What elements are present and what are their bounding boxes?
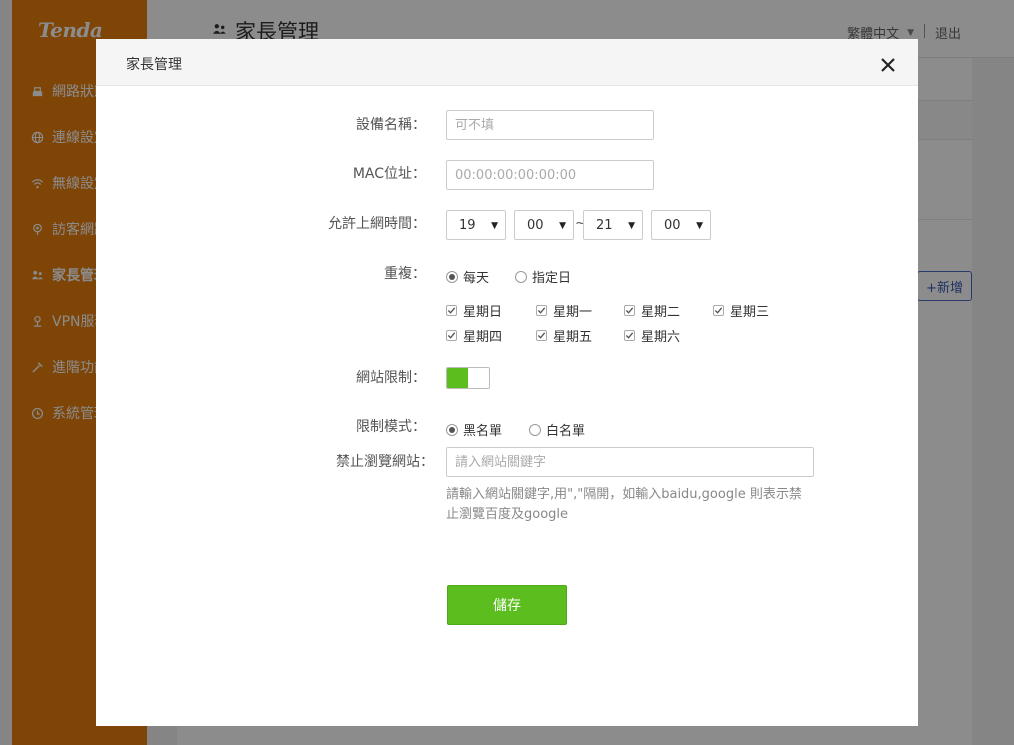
dialog-header: 家長管理 [96, 39, 918, 86]
checkbox-label: 星期三 [730, 305, 770, 320]
start-minute-select[interactable]: 00 ▼ [514, 210, 574, 240]
repeat-everyday-radio[interactable]: 每天 [446, 267, 489, 286]
blocked-sites-input[interactable] [446, 447, 814, 477]
select-value: 00 [664, 217, 681, 233]
check-icon [625, 332, 634, 339]
check-icon [447, 332, 456, 339]
radio-label: 每天 [463, 271, 490, 286]
radio-button[interactable] [446, 270, 458, 283]
radio-label: 白名單 [546, 424, 586, 439]
check-icon [625, 307, 634, 314]
checkbox[interactable] [624, 305, 635, 316]
blacklist-radio[interactable]: 黑名單 [446, 420, 502, 439]
save-button[interactable]: 儲存 [447, 585, 567, 625]
select-value: 00 [527, 217, 544, 233]
radio-button[interactable] [446, 423, 458, 436]
radio-button[interactable] [529, 423, 541, 436]
radio-label: 黑名單 [463, 424, 503, 439]
device-name-label: 設備名稱： [356, 117, 426, 133]
checkbox[interactable] [446, 305, 457, 316]
mac-address-input[interactable] [446, 160, 654, 190]
toggle-fill [447, 368, 468, 388]
checkbox-label: 星期二 [641, 305, 681, 320]
blocked-sites-label: 禁止瀏覽網站： [336, 454, 434, 470]
day-checkbox-saturday[interactable]: 星期六 [624, 326, 680, 345]
end-minute-select[interactable]: 00 ▼ [651, 210, 711, 240]
day-checkbox-thursday[interactable]: 星期四 [446, 326, 502, 345]
check-icon [714, 307, 723, 314]
checkbox-label: 星期五 [553, 330, 593, 345]
day-checkbox-sunday[interactable]: 星期日 [446, 301, 502, 320]
radio-label: 指定日 [532, 271, 572, 286]
check-icon [447, 307, 456, 314]
select-value: 19 [459, 217, 476, 233]
whitelist-radio[interactable]: 白名單 [529, 420, 585, 439]
checkbox[interactable] [446, 330, 457, 341]
checkbox-label: 星期六 [641, 330, 681, 345]
close-button[interactable] [880, 57, 896, 73]
checkbox-label: 星期一 [553, 305, 593, 320]
checkbox[interactable] [536, 305, 547, 316]
select-value: 21 [596, 217, 613, 233]
device-name-input[interactable] [446, 110, 654, 140]
check-icon [537, 332, 546, 339]
dropdown-arrow-icon: ▼ [628, 221, 635, 231]
radio-button[interactable] [515, 270, 527, 283]
dropdown-arrow-icon: ▼ [491, 221, 498, 231]
parental-control-dialog: 家長管理 設備名稱： MAC位址： 允許上網時間： 19 ▼ 00 ▼ ~ 21… [96, 39, 918, 726]
dropdown-arrow-icon: ▼ [696, 221, 703, 231]
dialog-title: 家長管理 [126, 57, 182, 73]
checkbox[interactable] [624, 330, 635, 341]
day-checkbox-friday[interactable]: 星期五 [536, 326, 592, 345]
end-hour-select[interactable]: 21 ▼ [583, 210, 643, 240]
day-checkbox-monday[interactable]: 星期一 [536, 301, 592, 320]
allowed-time-label: 允許上網時間： [328, 216, 426, 232]
start-hour-select[interactable]: 19 ▼ [446, 210, 506, 240]
repeat-label: 重複： [384, 266, 426, 282]
checkbox-label: 星期日 [463, 305, 503, 320]
dropdown-arrow-icon: ▼ [559, 221, 566, 231]
blocked-sites-hint: 請輸入網站關鍵字,用","隔開，如輸入baidu,google 則表示禁止瀏覽百… [446, 487, 802, 522]
repeat-specific-days-radio[interactable]: 指定日 [515, 267, 571, 286]
site-limit-label: 網站限制： [356, 370, 426, 386]
checkbox[interactable] [536, 330, 547, 341]
day-checkbox-wednesday[interactable]: 星期三 [713, 301, 769, 320]
checkbox-label: 星期四 [463, 330, 503, 345]
checkbox[interactable] [713, 305, 724, 316]
close-icon [881, 58, 895, 72]
site-limit-toggle[interactable] [446, 367, 490, 389]
day-checkbox-tuesday[interactable]: 星期二 [624, 301, 680, 320]
limit-mode-label: 限制模式： [356, 419, 426, 435]
mac-address-label: MAC位址： [352, 166, 426, 182]
check-icon [537, 307, 546, 314]
